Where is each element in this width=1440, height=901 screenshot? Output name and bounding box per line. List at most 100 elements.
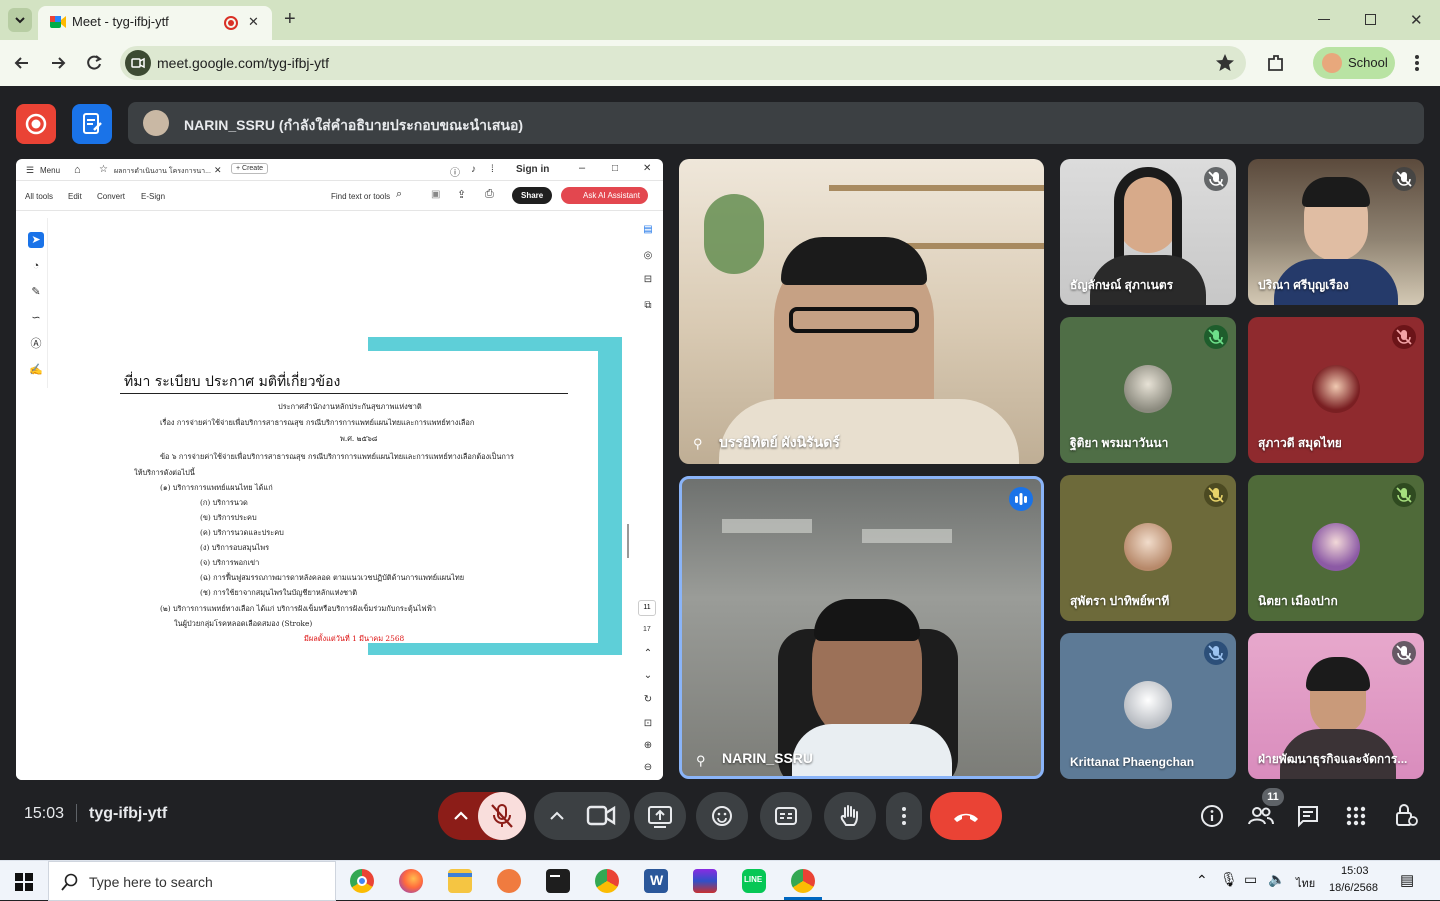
menu-all-tools[interactable]: All tools bbox=[25, 192, 53, 201]
tab-list-icon[interactable] bbox=[8, 8, 32, 32]
menu-icon[interactable] bbox=[1414, 54, 1420, 72]
meeting-info-icon[interactable] bbox=[1200, 804, 1224, 828]
close-icon[interactable]: ✕ bbox=[1410, 11, 1423, 29]
participant-tile-speaking[interactable]: ⚲ NARIN_SSRU bbox=[679, 476, 1044, 779]
captions-button[interactable] bbox=[760, 792, 812, 840]
new-tab-button[interactable]: + bbox=[284, 8, 296, 31]
participant-tile[interactable]: ปริณา ศรีบุญเรือง bbox=[1248, 159, 1424, 305]
people-icon[interactable] bbox=[1248, 804, 1274, 828]
app-minimize-icon[interactable]: – bbox=[579, 162, 585, 174]
find-input[interactable]: Find text or tools bbox=[331, 192, 390, 201]
zoom-in-icon[interactable]: ⊕ bbox=[641, 740, 655, 754]
word-icon[interactable]: W bbox=[644, 869, 668, 893]
participant-tile[interactable]: สุพัตรา ปาทิพย์พาที bbox=[1060, 475, 1236, 621]
participant-tile[interactable]: ฝ่ายพัฒนาธุรกิจและจัดการ... bbox=[1248, 633, 1424, 779]
menu-convert[interactable]: Convert bbox=[97, 192, 125, 201]
reactions-button[interactable] bbox=[696, 792, 748, 840]
bookmark-star-icon[interactable] bbox=[1215, 53, 1235, 73]
camera-toggle-icon[interactable] bbox=[582, 792, 630, 840]
participant-tile[interactable]: Krittanat Phaengchan bbox=[1060, 633, 1236, 779]
participant-tile[interactable]: ธัญลักษณ์ สุภาเนตร bbox=[1060, 159, 1236, 305]
apps-icon[interactable]: ⁞ bbox=[491, 164, 494, 175]
app-maximize-icon[interactable]: □ bbox=[612, 163, 618, 174]
comment-tool-icon[interactable]: ◔ bbox=[28, 258, 44, 274]
bell-icon[interactable]: ♪ bbox=[471, 164, 476, 175]
profile-chip[interactable]: School bbox=[1313, 47, 1395, 79]
leave-call-button[interactable] bbox=[930, 792, 1002, 840]
app-icon-orange[interactable] bbox=[497, 869, 521, 893]
sign-in-link[interactable]: Sign in bbox=[516, 164, 549, 175]
page-number-field[interactable]: 11 bbox=[638, 600, 656, 616]
annotate-button[interactable] bbox=[72, 104, 112, 144]
network-icon[interactable]: ▭ bbox=[1244, 871, 1257, 888]
tray-time[interactable]: 15:03 bbox=[1341, 865, 1369, 877]
site-info-icon[interactable] bbox=[125, 50, 151, 76]
tray-overflow-icon[interactable]: ⌃ bbox=[1196, 872, 1208, 889]
file-explorer-icon[interactable] bbox=[448, 869, 472, 893]
doc-tab-close-icon[interactable]: ✕ bbox=[214, 165, 222, 176]
host-controls-icon[interactable] bbox=[1394, 802, 1418, 828]
volume-icon[interactable]: 🔈 bbox=[1268, 871, 1285, 888]
document-tab[interactable]: ผลการดำเนินงาน โครงการนา... bbox=[114, 166, 211, 177]
menu-esign[interactable]: E-Sign bbox=[141, 192, 165, 201]
pages-panel-icon[interactable]: ⧉ bbox=[641, 300, 655, 314]
chat-icon[interactable] bbox=[1296, 804, 1320, 828]
address-bar[interactable]: meet.google.com/tyg-ifbj-ytf bbox=[120, 46, 1246, 80]
chrome-active-icon[interactable] bbox=[791, 869, 815, 893]
text-tool-icon[interactable]: Ⓐ bbox=[28, 336, 44, 352]
more-options-button[interactable] bbox=[886, 792, 922, 840]
participant-tile[interactable]: ฐิติยา พรมมาวันนา bbox=[1060, 317, 1236, 463]
page-up-icon[interactable]: ⌃ bbox=[641, 648, 655, 662]
bookmarks-panel-icon[interactable]: ⊟ bbox=[641, 274, 655, 288]
taskbar-search[interactable]: Type here to search bbox=[48, 861, 336, 901]
camera-options-button[interactable] bbox=[534, 792, 630, 840]
forward-icon[interactable] bbox=[48, 53, 68, 73]
reload-icon[interactable] bbox=[84, 53, 104, 73]
minimize-icon[interactable] bbox=[1318, 19, 1330, 20]
line-icon[interactable]: LINE bbox=[742, 869, 766, 893]
scrollbar[interactable] bbox=[627, 524, 629, 558]
share-button[interactable]: Share bbox=[512, 187, 553, 204]
participant-tile[interactable]: สุภาวดี สมุดไทย bbox=[1248, 317, 1424, 463]
ai-panel-icon[interactable]: ▤ bbox=[641, 224, 655, 238]
raise-hand-button[interactable] bbox=[824, 792, 876, 840]
help-icon[interactable]: ⓘ bbox=[450, 164, 460, 179]
menu-label[interactable]: Menu bbox=[40, 166, 60, 175]
mic-options-button[interactable] bbox=[438, 792, 526, 840]
microphone-tray-icon[interactable]: 🎙 bbox=[1220, 871, 1238, 888]
maximize-icon[interactable] bbox=[1365, 14, 1376, 25]
comments-panel-icon[interactable]: ◎ bbox=[641, 250, 655, 264]
draw-tool-icon[interactable]: ∽ bbox=[28, 310, 44, 326]
fit-page-icon[interactable]: ⊡ bbox=[641, 718, 655, 732]
rotate-icon[interactable]: ↻ bbox=[641, 694, 655, 708]
chrome-profile-icon[interactable] bbox=[595, 869, 619, 893]
find-search-icon[interactable]: ⌕ bbox=[396, 188, 402, 201]
upload-icon[interactable]: ⇪ bbox=[457, 188, 466, 201]
save-icon[interactable]: ▣ bbox=[431, 189, 440, 200]
page-down-icon[interactable]: ⌄ bbox=[641, 670, 655, 684]
participant-tile[interactable]: นิตยา เมืองปาก bbox=[1248, 475, 1424, 621]
back-icon[interactable] bbox=[12, 53, 32, 73]
participant-tile[interactable]: ⚲ บรรยิทิตย์ ผังนิรันดร์ bbox=[679, 159, 1044, 464]
create-button[interactable]: + Create bbox=[231, 163, 269, 174]
menu-edit[interactable]: Edit bbox=[68, 192, 82, 201]
star-icon[interactable]: ☆ bbox=[99, 164, 108, 175]
chrome-icon[interactable] bbox=[350, 869, 374, 893]
mic-toggle-button[interactable] bbox=[478, 792, 526, 840]
windows-start-icon[interactable] bbox=[15, 873, 33, 891]
recording-button[interactable] bbox=[16, 104, 56, 144]
notifications-icon[interactable]: ▤ bbox=[1400, 871, 1414, 889]
terminal-icon[interactable] bbox=[546, 869, 570, 893]
home-icon[interactable]: ⌂ bbox=[74, 164, 81, 176]
extensions-icon[interactable] bbox=[1266, 53, 1286, 73]
zoom-out-icon[interactable]: ⊖ bbox=[641, 762, 655, 776]
present-screen-button[interactable] bbox=[634, 792, 686, 840]
print-icon[interactable]: ⎙ bbox=[485, 188, 494, 201]
highlight-tool-icon[interactable]: ✎ bbox=[28, 284, 44, 300]
active-tab[interactable]: Meet - tyg-ifbj-ytf ✕ bbox=[38, 6, 272, 40]
firefox-icon[interactable] bbox=[399, 869, 423, 893]
tray-date[interactable]: 18/6/2568 bbox=[1329, 882, 1378, 894]
hamburger-icon[interactable]: ☰ bbox=[26, 165, 34, 176]
input-language[interactable]: ไทย bbox=[1296, 874, 1315, 892]
app-close-icon[interactable]: ✕ bbox=[643, 163, 651, 174]
